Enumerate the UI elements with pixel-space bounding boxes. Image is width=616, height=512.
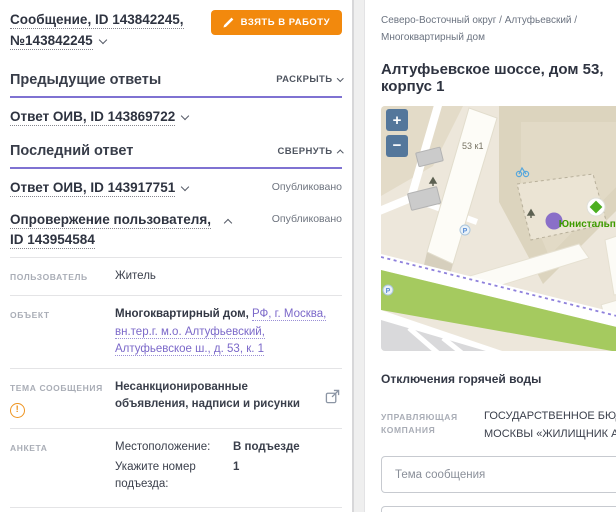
message-title-line2[interactable]: №143842245 — [10, 32, 93, 50]
previous-answers-header: Предыдущие ответы РАСКРЫТЬ — [10, 65, 343, 98]
map-parking-icon: P — [459, 224, 471, 236]
field-anketa-label: АНКЕТА — [10, 442, 48, 453]
svg-text:−: − — [393, 137, 402, 154]
collapse-toggle-label: СВЕРНУТЬ — [277, 145, 333, 157]
management-company-value-line1: ГОСУДАРСТВЕННОЕ БЮДЖЕТНОЕ УЧ — [484, 410, 616, 422]
expand-toggle-label: РАСКРЫТЬ — [276, 74, 333, 86]
map-poi-marker[interactable] — [586, 197, 606, 217]
topic-input[interactable] — [381, 456, 616, 494]
map-poi-label: Юнистальпром — [559, 219, 616, 230]
field-user-value: Житель — [115, 270, 156, 283]
anketa-question: Местоположение: — [115, 440, 211, 453]
svg-text:+: + — [393, 112, 402, 129]
breadcrumb-line2[interactable]: Многоквартирный дом — [381, 29, 616, 46]
map-parking-icon: P — [382, 284, 394, 296]
hot-water-section-title: Отключения горячей воды — [381, 372, 542, 386]
field-object-value: Многоквартирный дом, РФ, г. Москва, вн.т… — [115, 306, 342, 358]
management-company-value-line2: МОСКВЫ «ЖИЛИЩНИК АЛТУФЬЕВСК — [484, 427, 616, 440]
map-building-label: 53 к1 — [462, 141, 483, 151]
svg-text:P: P — [386, 288, 391, 295]
field-topic: ТЕМА СООБЩЕНИЯ ! Несанкционированные объ… — [10, 368, 342, 428]
collapse-toggle[interactable]: СВЕРНУТЬ — [278, 146, 343, 157]
message-title-line1[interactable]: Сообщение, ID 143842245, — [10, 12, 184, 29]
map-zoom-out-button[interactable]: − — [386, 135, 408, 157]
pencil-icon — [223, 17, 234, 28]
field-object-label: ОБЪЕКТ — [10, 310, 50, 321]
rebuttal-label-line1[interactable]: Опровержение пользователя, — [10, 211, 211, 229]
previous-answers-title: Предыдущие ответы — [10, 71, 162, 88]
breadcrumb-line1[interactable]: Северо-Восточный округ / Алтуфьевский / — [381, 12, 616, 29]
management-company-label: УПРАВЛЯЮЩАЯ КОМПАНИЯ — [381, 412, 458, 435]
anketa-answer: В подъезде — [233, 440, 300, 453]
field-user-label: ПОЛЬЗОВАТЕЛЬ — [10, 272, 88, 283]
take-to-work-label: ВЗЯТЬ В РАБОТУ — [240, 17, 330, 28]
answer-row-oiv-143917751: Ответ ОИВ, ID 143917751 Опубликовано — [10, 169, 342, 206]
field-topic-label-text: ТЕМА СООБЩЕНИЯ — [10, 383, 103, 394]
field-user: ПОЛЬЗОВАТЕЛЬ Житель — [10, 257, 342, 295]
answer-row-rebuttal: Опровержение пользователя, ID 143954584 … — [10, 206, 342, 257]
message-header: Сообщение, ID 143842245, №143842245 ВЗЯТ… — [10, 10, 342, 52]
management-company-value: ГОСУДАРСТВЕННОЕ БЮДЖЕТНОЕ УЧ МОСКВЫ «ЖИЛ… — [484, 408, 616, 443]
answer-row-oiv-143869722: Ответ ОИВ, ID 143869722 — [10, 98, 342, 135]
take-to-work-button[interactable]: ВЗЯТЬ В РАБОТУ — [210, 10, 342, 35]
field-object: ОБЪЕКТ Многоквартирный дом, РФ, г. Москв… — [10, 295, 342, 368]
chevron-down-icon — [180, 183, 190, 192]
field-anketa: АНКЕТА Местоположение: В подъезде Укажит… — [10, 427, 342, 507]
map-zoom-in-button[interactable]: + — [386, 109, 408, 131]
map-canvas[interactable]: 53 к1 P P Юнистальп + − — [381, 106, 616, 351]
anketa-row: Местоположение: В подъезде — [115, 439, 342, 456]
anketa-row: Укажите номер подъезда: 1 — [115, 459, 342, 494]
svg-text:P: P — [463, 228, 468, 235]
field-topic-value: Несанкционированные объявления, надписи … — [115, 379, 342, 418]
chevron-up-icon — [336, 150, 343, 157]
answer-oiv2-link[interactable]: Ответ ОИВ, ID 143917751 — [10, 178, 190, 198]
anketa-answer: 1 — [233, 461, 240, 474]
open-topic-button[interactable] — [323, 387, 342, 409]
panel-divider[interactable] — [352, 0, 365, 512]
external-link-icon — [325, 390, 340, 404]
rebuttal-link[interactable]: Опровержение пользователя, ID 143954584 — [10, 210, 233, 249]
status-published: Опубликовано — [271, 181, 342, 194]
chevron-up-icon — [223, 218, 233, 228]
answer-oiv-label[interactable]: Ответ ОИВ, ID 143869722 — [10, 108, 176, 126]
answer-oiv-link[interactable]: Ответ ОИВ, ID 143869722 — [10, 107, 190, 127]
field-topic-label: ТЕМА СООБЩЕНИЯ ! — [10, 379, 115, 418]
object-info-panel: Северо-Восточный округ / Алтуфьевский / … — [365, 0, 616, 512]
message-title[interactable]: Сообщение, ID 143842245, №143842245 — [10, 10, 184, 52]
object-type: Многоквартирный дом, — [115, 308, 249, 321]
management-company: УПРАВЛЯЮЩАЯ КОМПАНИЯ ГОСУДАРСТВЕННОЕ БЮД… — [381, 408, 616, 443]
message-detail-panel: Сообщение, ID 143842245, №143842245 ВЗЯТ… — [0, 0, 352, 512]
object-title: Алтуфьевское шоссе, дом 53, корпус 1 — [381, 61, 604, 95]
status-published: Опубликовано — [271, 212, 342, 225]
warning-icon: ! — [10, 402, 25, 418]
chevron-down-icon — [336, 74, 343, 82]
rebuttal-label-line2[interactable]: ID 143954584 — [10, 231, 95, 249]
author-input[interactable] — [381, 506, 616, 512]
field-message: СООБЩЕНИЕ 15.10.2025 09:08 Исцарапали вс… — [10, 506, 342, 512]
anketa-question: Укажите номер подъезда: — [115, 461, 196, 491]
answer-oiv2-label[interactable]: Ответ ОИВ, ID 143917751 — [10, 180, 176, 198]
chevron-down-icon — [180, 111, 190, 121]
chevron-down-icon — [98, 35, 107, 45]
field-anketa-value: Местоположение: В подъезде Укажите номер… — [115, 439, 342, 497]
topic-text: Несанкционированные объявления, надписи … — [115, 381, 300, 411]
breadcrumb[interactable]: Северо-Восточный округ / Алтуфьевский / … — [381, 12, 616, 46]
expand-toggle[interactable]: РАСКРЫТЬ — [276, 74, 343, 86]
app-window: Сообщение, ID 143842245, №143842245 ВЗЯТ… — [0, 0, 616, 512]
last-answer-title: Последний ответ — [10, 143, 134, 160]
map[interactable]: 53 к1 P P Юнистальп + − — [381, 106, 616, 351]
last-answer-header: Последний ответ СВЕРНУТЬ — [10, 136, 343, 170]
